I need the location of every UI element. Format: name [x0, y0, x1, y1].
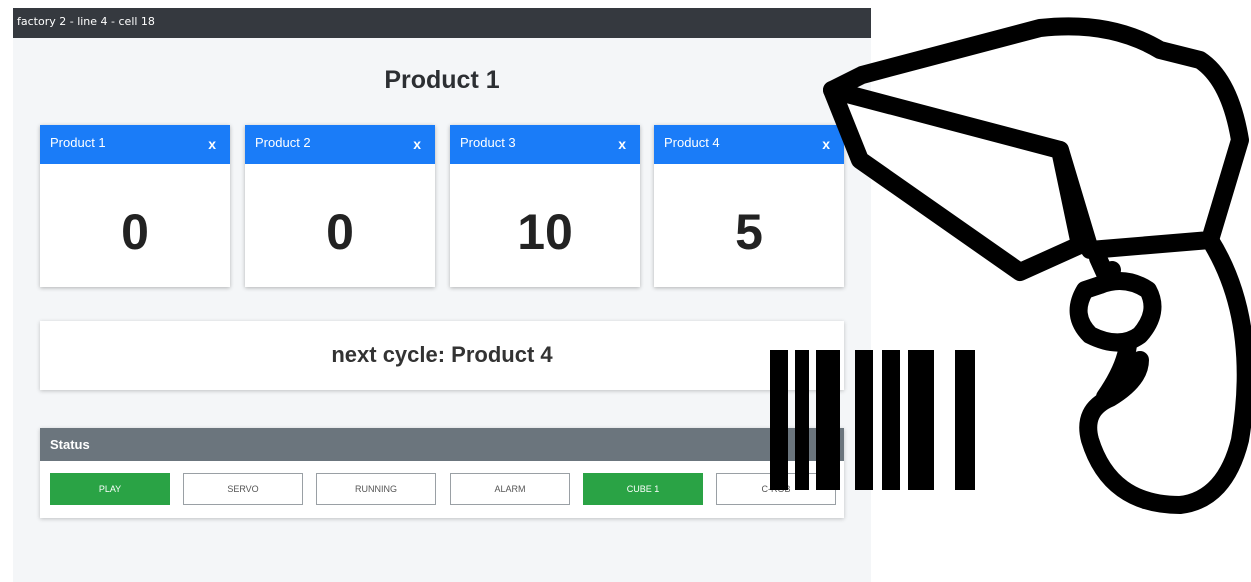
cube-1-button[interactable]: CUBE 1: [583, 473, 703, 505]
product-count: 5: [735, 204, 763, 260]
servo-button[interactable]: SERVO: [183, 473, 303, 505]
close-icon[interactable]: x: [208, 136, 216, 152]
close-icon[interactable]: x: [618, 136, 626, 152]
product-card-title: Product 4: [664, 135, 720, 150]
play-button[interactable]: PLAY: [50, 473, 170, 505]
product-card-title: Product 2: [255, 135, 311, 150]
product-card-title: Product 1: [50, 135, 106, 150]
alarm-button[interactable]: ALARM: [450, 473, 570, 505]
product-count: 0: [121, 204, 149, 260]
product-card-header: Product 3 x: [450, 125, 640, 164]
product-card-header: Product 2 x: [245, 125, 435, 164]
window-title: factory 2 - line 4 - cell 18: [17, 15, 155, 28]
product-count: 10: [517, 204, 573, 260]
product-card-3: Product 3 x 10: [450, 125, 640, 287]
c-rob-button[interactable]: C-ROB: [716, 473, 836, 505]
product-card-title: Product 3: [460, 135, 516, 150]
product-card-header: Product 1 x: [40, 125, 230, 164]
status-panel: Status PLAY SERVO RUNNING ALARM CUBE 1 C…: [40, 428, 844, 518]
product-card-2: Product 2 x 0: [245, 125, 435, 287]
page-title: Product 1: [384, 66, 500, 94]
window-titlebar: factory 2 - line 4 - cell 18: [13, 8, 871, 38]
close-icon[interactable]: x: [413, 136, 421, 152]
next-cycle-panel: next cycle: Product 4: [40, 321, 844, 390]
product-card-4: Product 4 x 5: [654, 125, 844, 287]
product-count: 0: [326, 204, 354, 260]
close-icon[interactable]: x: [822, 136, 830, 152]
next-cycle-text: next cycle: Product 4: [331, 342, 553, 367]
status-title: Status: [50, 437, 90, 452]
product-card-1: Product 1 x 0: [40, 125, 230, 287]
product-card-header: Product 4 x: [654, 125, 844, 164]
running-button[interactable]: RUNNING: [316, 473, 436, 505]
status-header: Status: [40, 428, 844, 461]
app-window: factory 2 - line 4 - cell 18 Product 1 P…: [13, 8, 871, 582]
